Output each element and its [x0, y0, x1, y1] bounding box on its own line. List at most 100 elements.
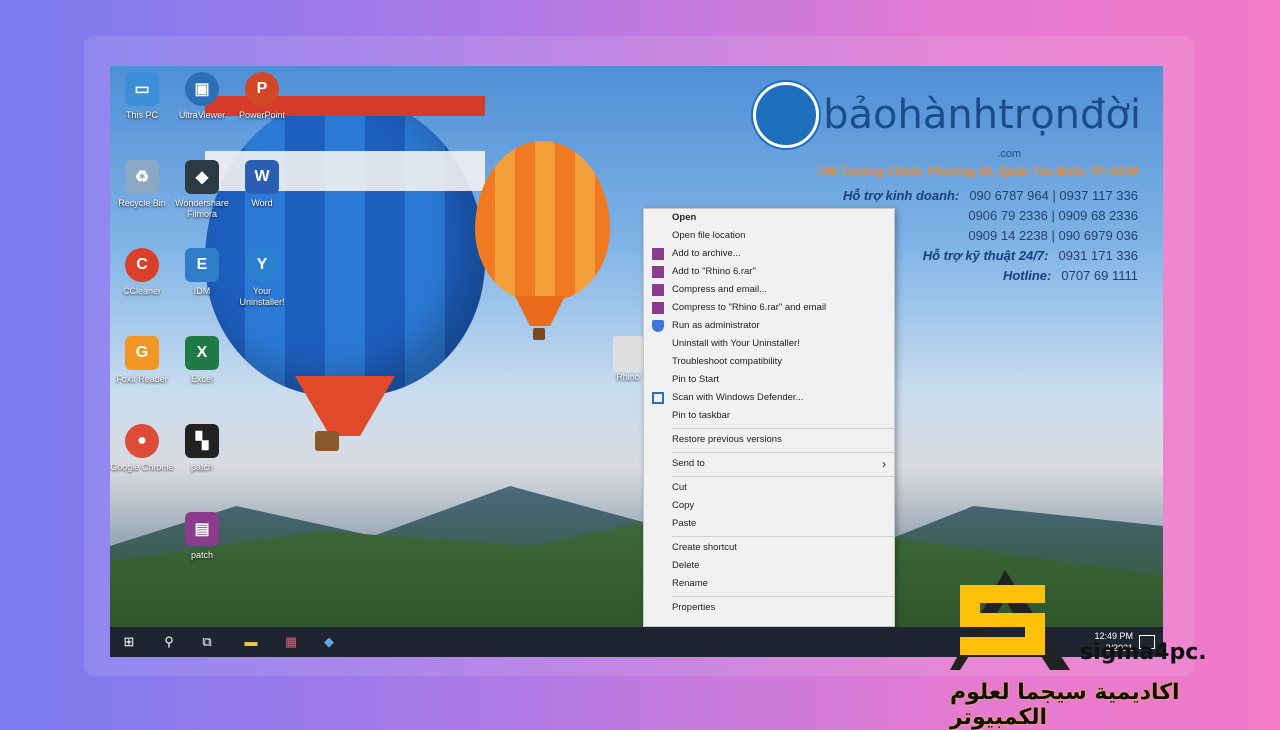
file-explorer-icon[interactable]: ▬ — [242, 633, 260, 651]
excel-icon: X — [185, 336, 219, 370]
watermark-sigma-text: sigma4pc. — [1080, 640, 1207, 665]
foxit-icon: G — [125, 336, 159, 370]
this-pc-icon: ▭ — [125, 72, 159, 106]
menu-item-compress-email[interactable]: Compress and email... — [644, 281, 894, 299]
menu-item-add-to-rar[interactable]: Add to "Rhino 6.rar" — [644, 263, 894, 281]
winrar-icon — [652, 248, 664, 260]
brand-address: 746 Trường Chinh, Phường 15, Quận Tân Bì… — [817, 164, 1138, 178]
desktop-icon-powerpoint[interactable]: P PowerPoint — [230, 72, 294, 121]
desktop-icon-ccleaner[interactable]: C CCleaner — [110, 248, 174, 297]
menu-separator — [672, 428, 894, 429]
menu-item-send-to[interactable]: Send to › — [644, 455, 894, 473]
menu-item-open[interactable]: Open — [644, 209, 894, 227]
desktop-icon-label: Google Chrome — [110, 462, 174, 472]
brand-name: bảohànhtrọnđời — [823, 92, 1141, 138]
menu-separator — [672, 476, 894, 477]
brand-emblem-icon — [752, 82, 819, 148]
ccleaner-icon: C — [125, 248, 159, 282]
winrar-icon — [652, 284, 664, 296]
menu-item-run-as-admin[interactable]: Run as administrator — [644, 317, 894, 335]
menu-item-rename[interactable]: Rename — [644, 575, 894, 593]
desktop-icon-label: PowerPoint — [238, 110, 286, 120]
recycle-bin-icon: ♻ — [125, 160, 159, 194]
winrar-icon — [652, 266, 664, 278]
menu-item-copy[interactable]: Copy — [644, 497, 894, 515]
wallpaper-basket — [315, 431, 339, 451]
desktop-icon-label: Your Uninstaller! — [239, 286, 285, 307]
word-icon: W — [245, 160, 279, 194]
desktop-icon-filmora[interactable]: ◆ Wondershare Filmora — [170, 160, 234, 220]
desktop-icon-recycle-bin[interactable]: ♻ Recycle Bin — [110, 160, 174, 209]
rhino-icon — [613, 336, 643, 372]
desktop-icon-foxit[interactable]: G Foxit Reader — [110, 336, 174, 385]
desktop-icon-label: Word — [251, 198, 273, 208]
desktop-icon-this-pc[interactable]: ▭ This PC — [110, 72, 174, 121]
desktop-icon-label: Recycle Bin — [118, 198, 166, 208]
chrome-icon: ● — [125, 424, 159, 458]
desktop-icon-ultraviewer[interactable]: ▣ UltraViewer — [170, 72, 234, 121]
winrar-icon: ▤ — [185, 512, 219, 546]
idm-icon: E — [185, 248, 219, 282]
powerpoint-icon: P — [245, 72, 279, 106]
uninstaller-icon: Y — [245, 248, 279, 282]
defender-icon — [652, 392, 664, 404]
desktop-icon-label: Excel — [190, 374, 213, 384]
menu-item-open-file-location[interactable]: Open file location — [644, 227, 894, 245]
desktop-icon-patch-1[interactable]: ▚ patch — [170, 424, 234, 473]
filmora-icon: ◆ — [185, 160, 219, 194]
support-row: Hỗ trợ kinh doanh: 090 6787 964 | 0937 11… — [842, 188, 1138, 203]
desktop-icon-label: patch — [190, 550, 214, 560]
desktop-icon-rhino[interactable]: Rhino — [610, 336, 646, 382]
menu-item-cut[interactable]: Cut — [644, 479, 894, 497]
desktop-icon-label: Foxit Reader — [116, 374, 168, 384]
desktop-icon-label: patch — [190, 462, 214, 472]
winrar-icon — [652, 302, 664, 314]
menu-item-restore-versions[interactable]: Restore previous versions — [644, 431, 894, 449]
menu-item-uninstall[interactable]: Uninstall with Your Uninstaller! — [644, 335, 894, 353]
menu-item-pin-to-start[interactable]: Pin to Start — [644, 371, 894, 389]
desktop-icon-label: IDM — [193, 286, 211, 296]
desktop-icon-label: This PC — [125, 110, 158, 120]
menu-separator — [672, 596, 894, 597]
search-icon[interactable]: ⚲ — [160, 633, 178, 651]
desktop-icon-excel[interactable]: X Excel — [170, 336, 234, 385]
wallpaper-balloon-orange — [475, 141, 610, 301]
menu-item-paste[interactable]: Paste — [644, 515, 894, 533]
menu-item-create-shortcut[interactable]: Create shortcut — [644, 539, 894, 557]
desktop-icon-label: UltraViewer — [178, 110, 226, 120]
filmora-taskbar-icon[interactable]: ◆ — [320, 633, 338, 651]
desktop-icon-chrome[interactable]: ● Google Chrome — [110, 424, 174, 473]
ultraviewer-icon: ▣ — [185, 72, 219, 106]
desktop-icon-your-uninstaller[interactable]: Y Your Uninstaller! — [230, 248, 294, 308]
sigma-logo-icon — [950, 570, 1070, 670]
patch-icon: ▚ — [185, 424, 219, 458]
menu-separator — [672, 452, 894, 453]
brand-logo: bảohànhtrọnđời .com — [752, 82, 1141, 160]
menu-item-troubleshoot[interactable]: Troubleshoot compatibility — [644, 353, 894, 371]
menu-item-properties[interactable]: Properties — [644, 599, 894, 617]
wallpaper-balloon-blue-skirt — [295, 376, 395, 436]
shield-icon — [652, 320, 664, 332]
menu-item-pin-to-taskbar[interactable]: Pin to taskbar — [644, 407, 894, 425]
desktop-icon-label: Wondershare Filmora — [175, 198, 229, 219]
menu-item-delete[interactable]: Delete — [644, 557, 894, 575]
wallpaper-balloon-blue — [205, 96, 485, 396]
context-menu: Open Open file location Add to archive..… — [643, 208, 895, 627]
desktop-icon-patch-2[interactable]: ▤ patch — [170, 512, 234, 561]
task-view-icon[interactable]: ⧉ — [198, 633, 216, 651]
desktop-icon-idm[interactable]: E IDM — [170, 248, 234, 297]
desktop-icon-label: CCleaner — [122, 286, 162, 296]
menu-separator — [672, 536, 894, 537]
desktop-icon-label: Rhino — [616, 372, 640, 382]
watermark-arabic-text: اكاديمية سيجما لعلوم الكمبيوتر — [950, 680, 1180, 730]
winrar-taskbar-icon[interactable]: ▦ — [282, 633, 300, 651]
wallpaper-basket-small — [533, 328, 545, 340]
menu-item-scan-defender[interactable]: Scan with Windows Defender... — [644, 389, 894, 407]
windows-start-icon[interactable]: ⊞ — [120, 633, 138, 651]
brand-domain: .com — [997, 148, 1021, 160]
chevron-right-icon: › — [882, 457, 886, 471]
menu-item-compress-rar-email[interactable]: Compress to "Rhino 6.rar" and email — [644, 299, 894, 317]
wallpaper-balloon-orange-skirt — [515, 296, 565, 326]
desktop-icon-word[interactable]: W Word — [230, 160, 294, 209]
menu-item-add-to-archive[interactable]: Add to archive... — [644, 245, 894, 263]
